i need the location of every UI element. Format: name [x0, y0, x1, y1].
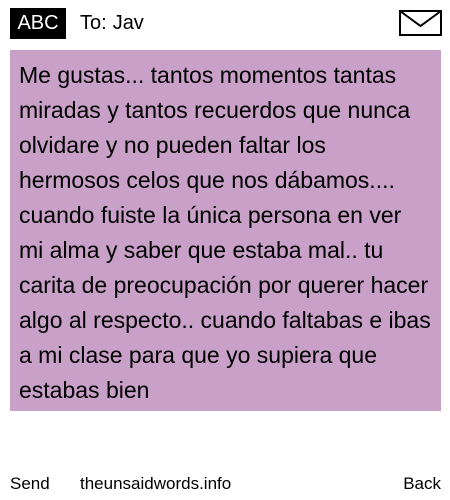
- message-header: ABC To: Jav: [0, 0, 450, 46]
- site-link[interactable]: theunsaidwords.info: [80, 470, 231, 498]
- envelope-icon: [399, 10, 442, 36]
- back-button[interactable]: Back: [403, 470, 441, 498]
- input-mode-badge[interactable]: ABC: [10, 8, 66, 39]
- message-body[interactable]: Me gustas... tantos momentos tantas mira…: [19, 58, 431, 408]
- recipient-field[interactable]: To: Jav: [80, 9, 144, 37]
- send-button[interactable]: Send: [10, 470, 50, 498]
- softkey-bar: Send theunsaidwords.info Back: [0, 470, 450, 498]
- to-label: To:: [80, 12, 107, 34]
- recipient-name: Jav: [112, 12, 144, 34]
